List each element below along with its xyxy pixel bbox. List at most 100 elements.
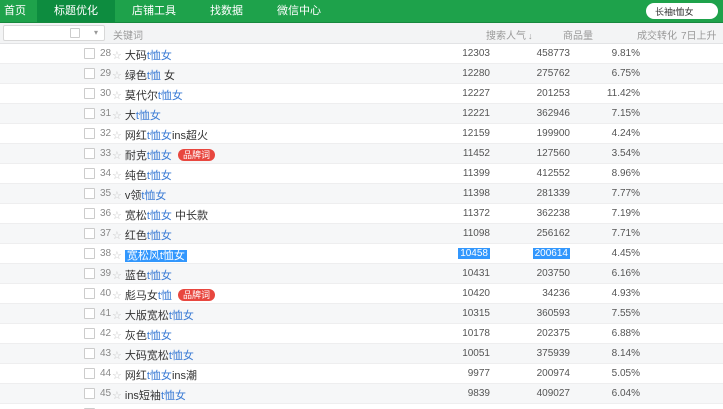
star-icon[interactable]: ☆ xyxy=(112,170,122,182)
column-header-conversion[interactable]: 成交转化 xyxy=(637,27,677,42)
row-checkbox[interactable] xyxy=(84,248,95,259)
goods-count-value: 127560 xyxy=(536,148,570,159)
table-row[interactable]: 37 ☆ 红色t恤女 11098 256162 7.71% xyxy=(0,224,723,244)
table-row[interactable]: 28 ☆ 大码t恤女 12303 458773 9.81% xyxy=(0,44,723,64)
star-icon[interactable]: ☆ xyxy=(112,190,122,202)
table-row[interactable]: 35 ☆ v领t恤女 11398 281339 7.77% xyxy=(0,184,723,204)
row-checkbox[interactable] xyxy=(84,188,95,199)
star-icon[interactable]: ☆ xyxy=(112,270,122,282)
search-popularity-value: 10431 xyxy=(462,268,490,279)
row-checkbox[interactable] xyxy=(84,68,95,79)
table-row[interactable]: 29 ☆ 绿色t恤 女 12280 275762 6.75% xyxy=(0,64,723,84)
row-checkbox[interactable] xyxy=(84,48,95,59)
nav-item-2[interactable]: 标题优化 xyxy=(37,0,115,22)
star-icon[interactable]: ☆ xyxy=(112,350,122,362)
table-row[interactable]: 31 ☆ 大t恤女 12221 362946 7.15% xyxy=(0,104,723,124)
table-row[interactable]: 32 ☆ 网红t恤女ins超火 12159 199900 4.24% xyxy=(0,124,723,144)
conversion-value: 3.54% xyxy=(611,148,640,159)
keyword-link[interactable]: 宽松t恤女 中长款 xyxy=(125,210,208,222)
nav-item-3[interactable]: 店铺工具 xyxy=(115,0,193,22)
keyword-link[interactable]: 耐克t恤女 xyxy=(125,150,172,162)
row-number: 44 xyxy=(100,368,112,379)
row-checkbox[interactable] xyxy=(84,168,95,179)
table-row[interactable]: 40 ☆ 彪马女t恤 品牌词 10420 34236 4.93% xyxy=(0,284,723,304)
table-row[interactable]: 30 ☆ 莫代尔t恤女 12227 201253 11.42% xyxy=(0,84,723,104)
row-checkbox[interactable] xyxy=(84,88,95,99)
star-icon[interactable]: ☆ xyxy=(112,390,122,402)
keyword-link[interactable]: 网红t恤女ins潮 xyxy=(125,370,197,382)
keyword-link[interactable]: v领t恤女 xyxy=(125,190,167,202)
keyword-link[interactable]: 纯色t恤女 xyxy=(125,170,172,182)
search-popularity-value: 12159 xyxy=(462,128,490,139)
star-icon[interactable]: ☆ xyxy=(112,290,122,302)
star-icon[interactable]: ☆ xyxy=(112,90,122,102)
search-box[interactable] xyxy=(646,3,718,19)
table-row[interactable]: 45 ☆ ins短袖t恤女 9839 409027 6.04% xyxy=(0,384,723,404)
keyword-link[interactable]: 彪马女t恤 xyxy=(125,290,172,302)
table-row[interactable]: 41 ☆ 大版宽松t恤女 10315 360593 7.55% xyxy=(0,304,723,324)
keyword-link[interactable]: 灰色t恤女 xyxy=(125,330,172,342)
keyword-link[interactable]: 绿色t恤 女 xyxy=(125,70,175,82)
row-checkbox[interactable] xyxy=(84,328,95,339)
search-input[interactable] xyxy=(646,6,718,16)
star-icon[interactable]: ☆ xyxy=(112,150,122,162)
nav-item-5[interactable]: 微信中心 xyxy=(260,0,338,22)
row-checkbox[interactable] xyxy=(84,108,95,119)
sort-desc-icon[interactable]: ↓ xyxy=(528,31,533,41)
row-checkbox[interactable] xyxy=(84,388,95,399)
star-icon[interactable]: ☆ xyxy=(112,130,122,142)
star-icon[interactable]: ☆ xyxy=(112,330,122,342)
star-icon[interactable]: ☆ xyxy=(112,110,122,122)
select-all-dropdown[interactable]: ▾ xyxy=(3,25,105,41)
table-row[interactable]: 34 ☆ 纯色t恤女 11399 412552 8.96% xyxy=(0,164,723,184)
row-checkbox[interactable] xyxy=(84,348,95,359)
table-row[interactable]: 39 ☆ 蓝色t恤女 10431 203750 6.16% xyxy=(0,264,723,284)
star-icon[interactable]: ☆ xyxy=(112,50,122,62)
row-checkbox[interactable] xyxy=(84,148,95,159)
row-checkbox[interactable] xyxy=(84,128,95,139)
table-row[interactable]: 38 ☆ 宽松风t恤女 10458 200614 4.45% xyxy=(0,244,723,264)
keyword-link[interactable]: 宽松风t恤女 xyxy=(124,250,187,262)
keyword-link[interactable]: 大t恤女 xyxy=(125,110,161,122)
keyword-segment: t恤女 xyxy=(146,230,172,242)
row-checkbox[interactable] xyxy=(84,288,95,299)
star-icon[interactable]: ☆ xyxy=(112,70,122,82)
nav-item-1[interactable]: 首页 xyxy=(0,0,37,22)
search-popularity-value: 10051 xyxy=(462,348,490,359)
table-row[interactable]: 33 ☆ 耐克t恤女 品牌词 11452 127560 3.54% xyxy=(0,144,723,164)
star-icon[interactable]: ☆ xyxy=(112,310,122,322)
star-icon[interactable]: ☆ xyxy=(112,230,122,242)
row-checkbox[interactable] xyxy=(84,228,95,239)
table-row[interactable]: 42 ☆ 灰色t恤女 10178 202375 6.88% xyxy=(0,324,723,344)
column-header-search-popularity[interactable]: 搜索人气 ↓ xyxy=(486,27,533,42)
keyword-link[interactable]: 网红t恤女ins超火 xyxy=(125,130,208,142)
keyword-link[interactable]: 大码宽松t恤女 xyxy=(125,350,194,362)
keyword-link[interactable]: 大码t恤女 xyxy=(125,50,172,62)
keyword-segment: t恤女 xyxy=(159,250,185,262)
row-checkbox[interactable] xyxy=(84,208,95,219)
table-row[interactable]: 44 ☆ 网红t恤女ins潮 9977 200974 5.05% xyxy=(0,364,723,384)
column-header-goods-count[interactable]: 商品量 xyxy=(563,27,593,42)
star-icon[interactable]: ☆ xyxy=(112,210,122,222)
table-row[interactable]: 43 ☆ 大码宽松t恤女 10051 375939 8.14% xyxy=(0,344,723,364)
keyword-link[interactable]: ins短袖t恤女 xyxy=(125,390,186,402)
row-checkbox[interactable] xyxy=(84,308,95,319)
keyword-segment: 大 xyxy=(124,110,136,122)
row-checkbox[interactable] xyxy=(84,368,95,379)
select-all-checkbox[interactable] xyxy=(70,28,80,38)
row-checkbox[interactable] xyxy=(84,268,95,279)
top-navbar: 首页 标题优化 店铺工具 找数据 微信中心 xyxy=(0,0,723,23)
keyword-link[interactable]: 大版宽松t恤女 xyxy=(125,310,194,322)
keyword-link[interactable]: 莫代尔t恤女 xyxy=(125,90,183,102)
nav-item-4[interactable]: 找数据 xyxy=(193,0,260,22)
star-icon[interactable]: ☆ xyxy=(112,250,122,262)
keyword-link[interactable]: 蓝色t恤女 xyxy=(125,270,172,282)
keyword-segment: v领 xyxy=(124,190,142,202)
keyword-segment: ins短袖 xyxy=(124,390,161,402)
star-icon[interactable]: ☆ xyxy=(112,370,122,382)
search-popularity-value: 12303 xyxy=(462,48,490,59)
table-row[interactable]: 36 ☆ 宽松t恤女 中长款 11372 362238 7.19% xyxy=(0,204,723,224)
column-header-7day-rise[interactable]: 7日上升 xyxy=(681,27,717,42)
conversion-value: 4.45% xyxy=(611,248,640,259)
keyword-link[interactable]: 红色t恤女 xyxy=(125,230,172,242)
